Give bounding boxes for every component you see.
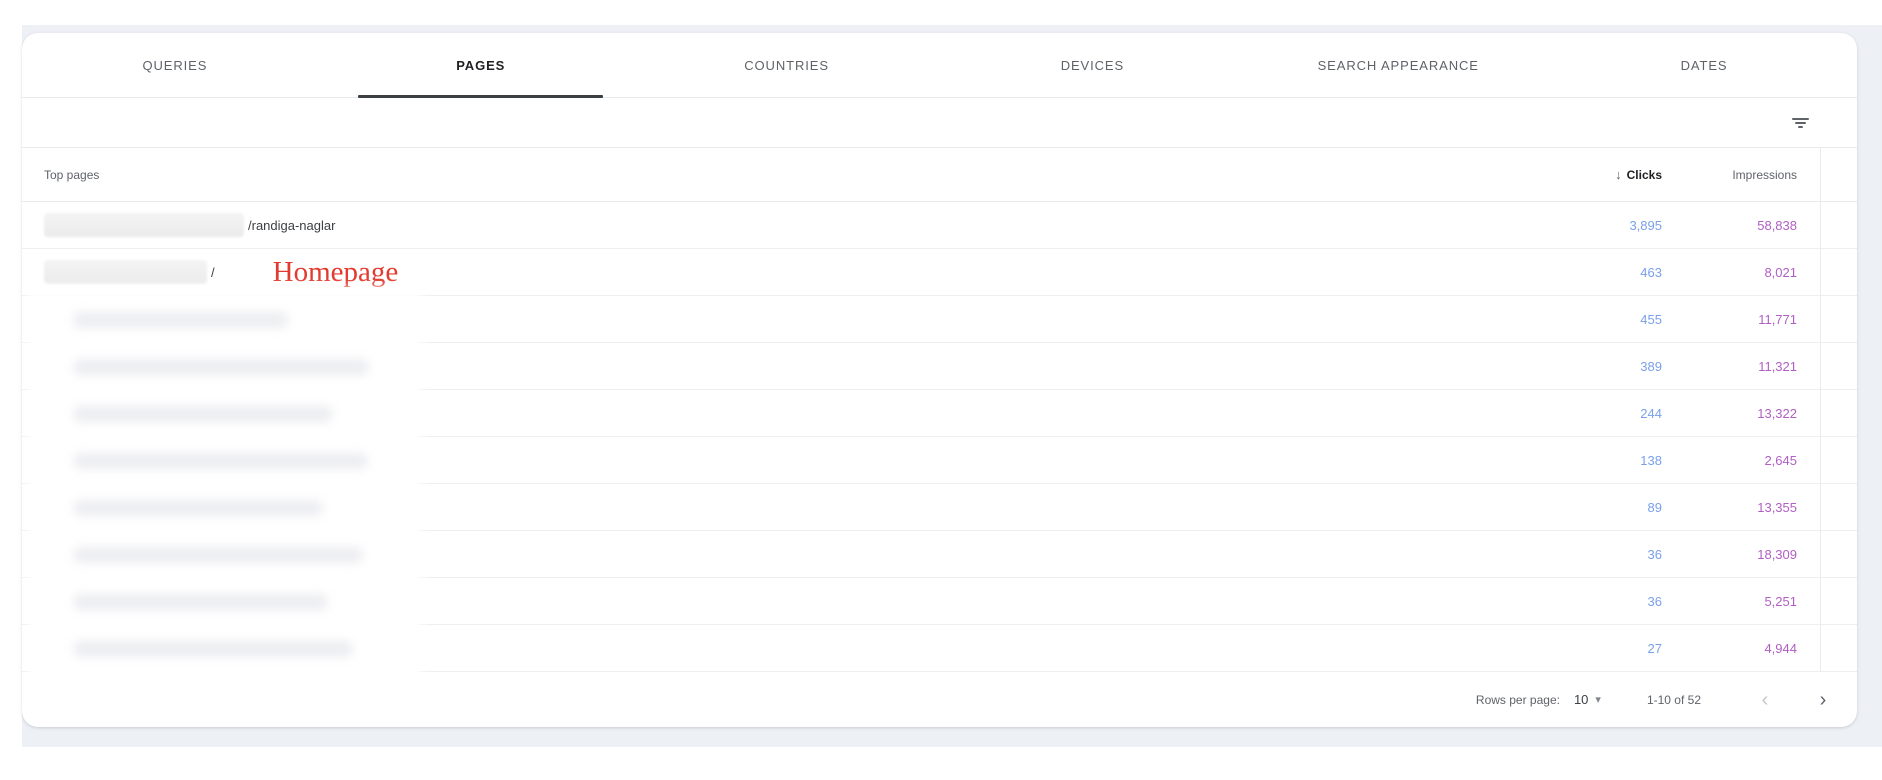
tab-search-appearance[interactable]: SEARCH APPEARANCE bbox=[1245, 33, 1551, 97]
tab-pages[interactable]: PAGES bbox=[328, 33, 634, 97]
tab-dates[interactable]: DATES bbox=[1551, 33, 1857, 97]
impressions-column-header[interactable]: Impressions bbox=[1662, 168, 1797, 182]
clicks-value: 36 bbox=[1522, 594, 1662, 609]
tab-countries[interactable]: COUNTRIES bbox=[634, 33, 940, 97]
impressions-value: 58,838 bbox=[1662, 218, 1797, 233]
clicks-value: 455 bbox=[1522, 312, 1662, 327]
performance-table-card: QUERIES PAGES COUNTRIES DEVICES SEARCH A… bbox=[22, 33, 1857, 727]
rows-per-page-select[interactable]: 10 ▾ bbox=[1574, 692, 1601, 707]
impressions-value: 4,944 bbox=[1662, 641, 1797, 656]
page-url: / bbox=[211, 265, 215, 280]
rows-per-page-value: 10 bbox=[1574, 692, 1588, 707]
table-row[interactable]: / Homepage 463 8,021 bbox=[22, 249, 1857, 296]
homepage-annotation: Homepage bbox=[273, 258, 399, 287]
previous-page-button[interactable]: ‹ bbox=[1753, 688, 1777, 712]
table-header-row: Top pages ↓ Clicks Impressions bbox=[22, 148, 1857, 202]
tab-devices[interactable]: DEVICES bbox=[939, 33, 1245, 97]
clicks-value: 3,895 bbox=[1522, 218, 1662, 233]
dropdown-caret-icon: ▾ bbox=[1595, 693, 1601, 706]
rows-per-page-label: Rows per page: bbox=[1476, 693, 1560, 707]
filter-funnel-icon[interactable] bbox=[1786, 112, 1815, 134]
filter-bar bbox=[22, 98, 1857, 148]
dimension-tab-bar: QUERIES PAGES COUNTRIES DEVICES SEARCH A… bbox=[22, 33, 1857, 98]
redacted-urls-blur-region bbox=[35, 296, 415, 673]
impressions-value: 18,309 bbox=[1662, 547, 1797, 562]
redacted-url-blur bbox=[44, 213, 244, 237]
impressions-value: 11,321 bbox=[1662, 359, 1797, 374]
clicks-value: 27 bbox=[1522, 641, 1662, 656]
sort-descending-icon: ↓ bbox=[1615, 167, 1622, 182]
impressions-value: 5,251 bbox=[1662, 594, 1797, 609]
impressions-value: 13,322 bbox=[1662, 406, 1797, 421]
clicks-value: 36 bbox=[1522, 547, 1662, 562]
clicks-header-label: Clicks bbox=[1627, 168, 1662, 182]
pagination-range-label: 1-10 of 52 bbox=[1647, 693, 1701, 707]
clicks-value: 463 bbox=[1522, 265, 1662, 280]
top-pages-column-header[interactable]: Top pages bbox=[44, 168, 1522, 182]
page-url: /randiga-naglar bbox=[248, 218, 335, 233]
redacted-url-blur bbox=[44, 260, 207, 284]
pagination-bar: Rows per page: 10 ▾ 1-10 of 52 ‹ › bbox=[22, 672, 1857, 727]
clicks-value: 89 bbox=[1522, 500, 1662, 515]
clicks-column-header[interactable]: ↓ Clicks bbox=[1522, 167, 1662, 182]
tab-queries[interactable]: QUERIES bbox=[22, 33, 328, 97]
next-page-button[interactable]: › bbox=[1811, 688, 1835, 712]
clicks-value: 244 bbox=[1522, 406, 1662, 421]
impressions-value: 11,771 bbox=[1662, 312, 1797, 327]
impressions-value: 2,645 bbox=[1662, 453, 1797, 468]
table-scroll-gutter-divider bbox=[1820, 148, 1821, 672]
impressions-value: 13,355 bbox=[1662, 500, 1797, 515]
impressions-value: 8,021 bbox=[1662, 265, 1797, 280]
clicks-value: 389 bbox=[1522, 359, 1662, 374]
table-body: /randiga-naglar 3,895 58,838 / Homepage … bbox=[22, 202, 1857, 672]
clicks-value: 138 bbox=[1522, 453, 1662, 468]
table-row[interactable]: /randiga-naglar 3,895 58,838 bbox=[22, 202, 1857, 249]
